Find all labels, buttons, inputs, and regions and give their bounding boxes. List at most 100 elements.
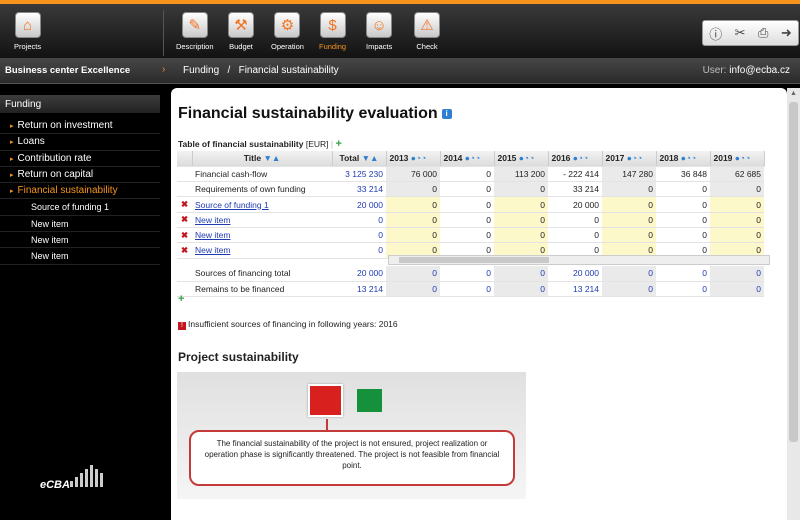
header-year-text: 2013 — [389, 153, 409, 164]
sidebar-list: ▸ Return on investment ▸ Loans ▸ Contributi… — [0, 118, 160, 265]
add-row-icon[interactable]: + — [178, 293, 184, 305]
row-total: 0 — [332, 227, 386, 244]
row-title-link[interactable]: New item — [195, 230, 230, 240]
add-icon[interactable]: + — [336, 138, 342, 150]
value-input-cell[interactable]: 20 000 — [548, 196, 602, 213]
value-input-cell[interactable]: 0 — [656, 227, 710, 244]
year-options-icon[interactable]: ●◔◔ — [465, 153, 480, 163]
value-input-cell[interactable]: 0 — [710, 212, 764, 228]
projects-button[interactable]: ⌂ Projects — [14, 12, 41, 51]
user-email[interactable]: info@ecba.cz — [729, 65, 790, 76]
sidebar-subitem-new-item[interactable]: New item — [0, 232, 160, 249]
sidebar-subitem-source-1[interactable]: Source of funding 1 — [0, 199, 160, 216]
value-cell: 76 000 — [386, 166, 440, 183]
header-year[interactable]: 2015 ●◔◔ — [494, 151, 549, 167]
value-input-cell[interactable]: 0 — [440, 196, 494, 213]
value-input-cell[interactable]: 0 — [602, 227, 656, 244]
green-status-light — [357, 389, 382, 412]
header-year[interactable]: 2014 ●◔◔ — [440, 151, 495, 167]
delete-icon[interactable]: ✖ — [177, 227, 192, 244]
year-options-icon[interactable]: ●◔◔ — [735, 153, 750, 163]
value-cell: 0 — [386, 266, 440, 282]
value-input-cell[interactable]: 0 — [710, 227, 764, 244]
delete-icon[interactable]: ✖ — [177, 242, 192, 259]
row-title-link[interactable]: Source of funding 1 — [195, 200, 269, 210]
value-input-cell[interactable]: 0 — [602, 212, 656, 228]
header-title-text: Title — [243, 153, 262, 164]
budget-button[interactable]: ⚒ Budget — [228, 12, 254, 51]
vertical-scrollbar[interactable]: ▲ — [787, 88, 800, 520]
year-options-icon[interactable]: ●◔◔ — [627, 153, 642, 163]
user-label: User: — [702, 65, 727, 76]
sidebar-subitem-new-item[interactable]: New item — [0, 216, 160, 233]
value-input-cell[interactable]: 0 — [710, 196, 764, 213]
year-options-icon[interactable]: ●◔◔ — [573, 153, 588, 163]
description-label: Description — [176, 42, 214, 51]
sidebar-item-return-on-investment[interactable]: ▸ Return on investment — [0, 118, 160, 135]
scrollbar-thumb[interactable] — [399, 257, 549, 263]
horizontal-scrollbar[interactable] — [388, 255, 770, 265]
operation-button[interactable]: ⚙ Operation — [271, 12, 304, 51]
value-input-cell[interactable]: 0 — [656, 212, 710, 228]
check-button[interactable]: ⚠ Check — [414, 12, 440, 51]
row-title[interactable]: Source of funding 1 — [192, 196, 332, 213]
header-year[interactable]: 2019 ●◔◔ — [710, 151, 765, 167]
value-input-cell[interactable]: 0 — [548, 227, 602, 244]
header-year[interactable]: 2018 ●◔◔ — [656, 151, 711, 167]
year-options-icon[interactable]: ●◔◔ — [411, 153, 426, 163]
value-input-cell[interactable]: 0 — [386, 196, 440, 213]
impacts-button[interactable]: ☺ Impacts — [366, 12, 392, 51]
sort-icon[interactable]: ▼▲ — [263, 153, 280, 163]
sustainability-message: The financial sustainability of the proj… — [189, 430, 515, 486]
budget-label: Budget — [229, 42, 253, 51]
header-title[interactable]: Title ▼▲ — [192, 151, 333, 167]
company-name: Business center Excellence — [5, 65, 131, 76]
logout-icon[interactable]: ➜ — [781, 25, 792, 41]
value-cell: 147 280 — [602, 166, 656, 183]
year-options-icon[interactable]: ●◔◔ — [681, 153, 696, 163]
row-total: 0 — [332, 242, 386, 259]
value-input-cell[interactable]: 0 — [386, 212, 440, 228]
value-input-cell[interactable]: 0 — [602, 196, 656, 213]
header-year-text: 2018 — [659, 153, 679, 164]
sidebar-item-contribution-rate[interactable]: ▸ Contribution rate — [0, 151, 160, 167]
sidebar-item-loans[interactable]: ▸ Loans — [0, 134, 160, 151]
row-title-link[interactable]: New item — [195, 215, 230, 225]
row-title[interactable]: New item — [192, 242, 332, 259]
scroll-up-icon[interactable]: ▲ — [790, 90, 797, 97]
value-input-cell[interactable]: 0 — [494, 227, 548, 244]
value-input-cell[interactable]: 0 — [656, 196, 710, 213]
value-input-cell[interactable]: 0 — [548, 212, 602, 228]
scrollbar-thumb[interactable] — [789, 102, 798, 442]
info-icon[interactable]: ⓘ — [709, 24, 722, 43]
funding-button[interactable]: $ Funding — [319, 12, 346, 51]
value-cell: 0 — [656, 281, 710, 298]
header-total[interactable]: Total ▼▲ — [332, 151, 387, 167]
row-title[interactable]: New item — [192, 212, 332, 228]
value-input-cell[interactable]: 0 — [494, 196, 548, 213]
header-year[interactable]: 2017 ●◔◔ — [602, 151, 657, 167]
info-icon[interactable]: i — [441, 108, 452, 119]
row-title[interactable]: New item — [192, 227, 332, 244]
print-icon[interactable]: ⎙ — [758, 25, 768, 41]
sidebar-item-label: Return on capital — [17, 168, 94, 180]
sidebar-item-financial-sustainability[interactable]: ▸ Financial sustainability — [0, 183, 160, 200]
value-input-cell[interactable]: 0 — [386, 227, 440, 244]
delete-icon[interactable]: ✖ — [177, 212, 192, 228]
ecba-logo: eCBA — [40, 465, 110, 495]
header-year[interactable]: 2013 ●◔◔ — [386, 151, 441, 167]
sidebar-item-return-on-capital[interactable]: ▸ Return on capital — [0, 167, 160, 184]
sidebar-subitem-new-item[interactable]: New item — [0, 248, 160, 265]
row-total: 13 214 — [332, 281, 386, 298]
wrench-icon[interactable]: ✂ — [735, 25, 746, 41]
value-input-cell[interactable]: 0 — [440, 212, 494, 228]
breadcrumb[interactable]: Funding / Financial sustainability — [183, 65, 339, 76]
delete-icon[interactable]: ✖ — [177, 196, 192, 213]
header-year[interactable]: 2016 ●◔◔ — [548, 151, 603, 167]
description-button[interactable]: ✎ Description — [176, 12, 214, 51]
year-options-icon[interactable]: ●◔◔ — [519, 153, 534, 163]
value-input-cell[interactable]: 0 — [494, 212, 548, 228]
sort-icon[interactable]: ▼▲ — [362, 153, 379, 163]
value-input-cell[interactable]: 0 — [440, 227, 494, 244]
row-title-link[interactable]: New item — [195, 245, 230, 255]
